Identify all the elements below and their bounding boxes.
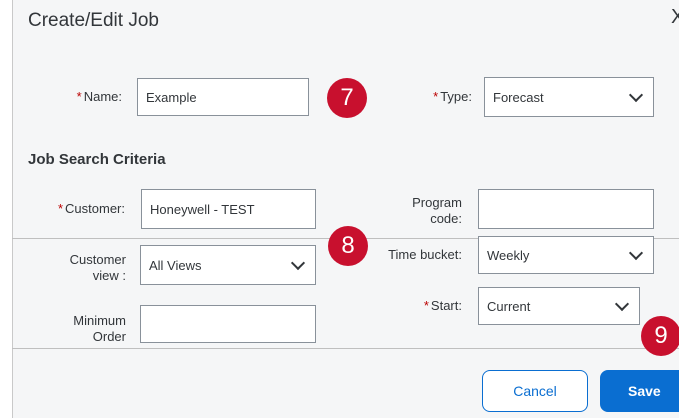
- chevron-down-icon: [614, 296, 630, 311]
- required-marker: *: [423, 298, 429, 313]
- footer-divider: [12, 348, 679, 349]
- name-label-text: Name:: [83, 89, 122, 104]
- cancel-button[interactable]: Cancel: [482, 370, 588, 412]
- save-button[interactable]: Save: [600, 370, 679, 412]
- screenshot-frame: Create/Edit Job X * Name: Example 7 * Type…: [0, 0, 679, 418]
- step-7-badge: 7: [327, 78, 367, 118]
- name-label: * Name:: [40, 89, 122, 105]
- minimum-order-label: Minimum Order: [40, 313, 126, 345]
- customer-view-label-line1: Customer: [69, 252, 126, 267]
- customer-label-text: Customer:: [65, 201, 125, 216]
- name-input[interactable]: Example: [137, 78, 309, 116]
- start-label: * Start:: [400, 298, 462, 314]
- customer-view-label-line2: view :: [92, 268, 126, 283]
- minimum-order-input[interactable]: [140, 305, 316, 343]
- chevron-down-icon: [628, 245, 644, 260]
- chevron-down-icon: [290, 255, 306, 270]
- step-9-badge: 9: [641, 316, 679, 356]
- required-marker: *: [57, 201, 64, 216]
- start-select-value: Current: [487, 298, 531, 314]
- time-bucket-select[interactable]: Weekly: [478, 236, 654, 274]
- customer-input-value: Honeywell - TEST: [150, 201, 255, 217]
- job-search-criteria-heading: Job Search Criteria: [28, 151, 166, 168]
- customer-view-select[interactable]: All Views: [140, 245, 316, 285]
- type-label: * Type:: [400, 89, 472, 105]
- start-label-text: Start:: [430, 298, 462, 313]
- minimum-order-label-line1: Minimum: [73, 313, 126, 328]
- type-label-text: Type:: [440, 89, 472, 104]
- name-input-value: Example: [146, 89, 197, 105]
- customer-view-label: Customer view :: [40, 252, 126, 284]
- type-select-value: Forecast: [493, 89, 544, 105]
- customer-view-select-value: All Views: [149, 257, 202, 273]
- chevron-down-icon: [628, 87, 644, 102]
- program-code-label-line2: code:: [430, 211, 462, 226]
- program-code-label: Program code:: [380, 195, 462, 227]
- dialog-title: Create/Edit Job: [28, 10, 159, 31]
- customer-label: * Customer:: [30, 201, 125, 217]
- close-icon[interactable]: X: [671, 6, 679, 29]
- customer-input[interactable]: Honeywell - TEST: [141, 189, 316, 229]
- minimum-order-label-line2: Order: [92, 329, 126, 344]
- required-marker: *: [433, 89, 439, 104]
- time-bucket-label: Time bucket:: [388, 247, 462, 262]
- type-select[interactable]: Forecast: [484, 77, 654, 117]
- start-select[interactable]: Current: [478, 287, 640, 325]
- program-code-label-line1: Program: [412, 195, 462, 210]
- required-marker: *: [76, 89, 82, 104]
- program-code-input[interactable]: [478, 189, 654, 229]
- time-bucket-select-value: Weekly: [487, 247, 530, 263]
